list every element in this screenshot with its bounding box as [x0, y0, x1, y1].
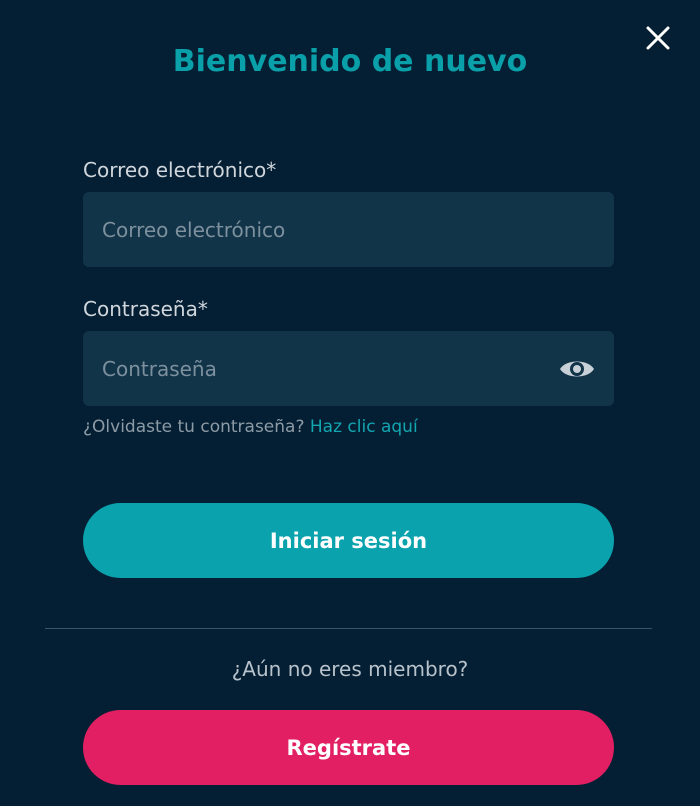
email-field[interactable] [83, 192, 614, 267]
forgot-password-text: ¿Olvidaste tu contraseña? [83, 417, 305, 437]
dialog-title: Bienvenido de nuevo [172, 44, 528, 79]
forgot-password: ¿Olvidaste tu contraseña? Haz clic aquí [83, 414, 418, 440]
forgot-password-link[interactable]: Haz clic aquí [310, 417, 418, 437]
register-button[interactable]: Regístrate [83, 710, 614, 785]
divider [45, 628, 652, 629]
login-button[interactable]: Iniciar sesión [83, 503, 614, 578]
password-field[interactable] [83, 331, 614, 406]
password-label: Contraseña* [83, 297, 208, 321]
eye-icon [560, 361, 594, 377]
not-member-text: ¿Aún no eres miembro? [231, 657, 469, 681]
password-input-box [83, 331, 614, 406]
email-label: Correo electrónico* [83, 158, 277, 182]
show-password-toggle[interactable] [558, 356, 596, 382]
email-input-box [83, 192, 614, 267]
